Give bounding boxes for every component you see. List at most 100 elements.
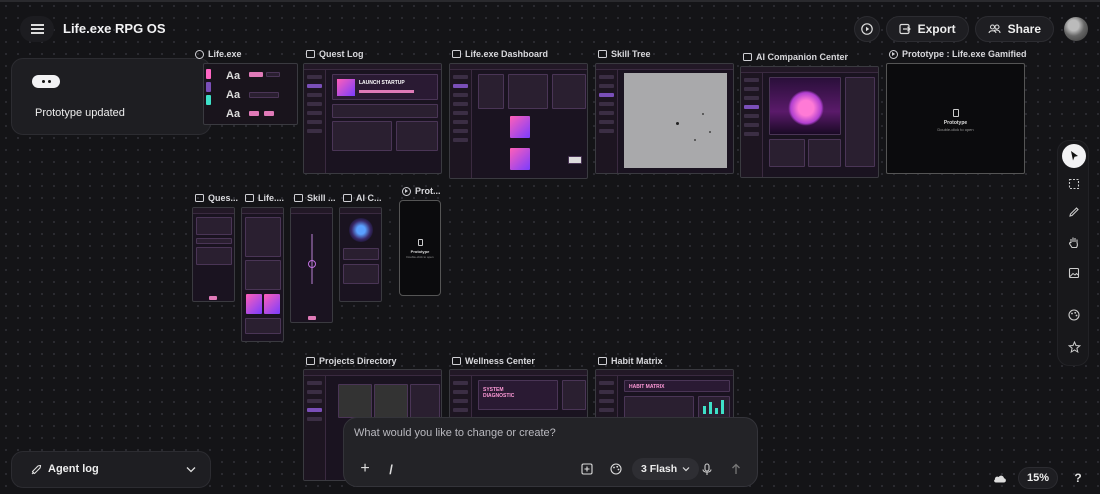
globe-icon bbox=[195, 49, 204, 59]
stat-card bbox=[245, 217, 281, 257]
pan-tool[interactable] bbox=[1062, 230, 1086, 254]
attach-frame-button[interactable] bbox=[579, 459, 595, 479]
tab-bar-active bbox=[209, 296, 217, 300]
list-item bbox=[396, 121, 438, 151]
frame-label-aicompanion[interactable]: AI Companion Center bbox=[743, 52, 883, 62]
stat-card bbox=[562, 380, 586, 410]
theme-tool[interactable] bbox=[1062, 303, 1086, 327]
rocket-icon bbox=[31, 464, 42, 475]
add-button[interactable]: + bbox=[357, 459, 373, 479]
skill-tree-canvas bbox=[624, 73, 727, 168]
hand-icon bbox=[1069, 237, 1078, 248]
frame-lifeexe[interactable]: Aa Aa Aa bbox=[203, 63, 298, 125]
monitor-icon bbox=[294, 194, 303, 202]
frame-wellness[interactable]: SYSTEM DIAGNOSTIC bbox=[449, 369, 588, 424]
frame-label-ai-mobile[interactable]: AI C... bbox=[343, 193, 385, 203]
marquee-tool[interactable] bbox=[1062, 172, 1086, 196]
menu-button[interactable] bbox=[20, 16, 54, 42]
palette-icon bbox=[1068, 309, 1080, 321]
monitor-icon bbox=[452, 357, 461, 365]
type-sample: Aa bbox=[226, 108, 241, 120]
frame-prot-mobile[interactable]: Prototype Double-click to open bbox=[399, 200, 441, 296]
frame-label-prototype[interactable]: Prototype : Life.exe Gamified Pr... bbox=[889, 49, 1029, 59]
prompt-input[interactable] bbox=[354, 424, 744, 442]
frame-label-projects[interactable]: Projects Directory bbox=[306, 356, 446, 366]
frame-ques-mobile[interactable] bbox=[192, 207, 235, 302]
share-button[interactable]: Share bbox=[974, 16, 1054, 42]
hamburger-icon bbox=[30, 24, 44, 34]
polaroid-image bbox=[264, 294, 280, 314]
monitor-icon bbox=[598, 50, 607, 58]
project-card bbox=[374, 384, 408, 418]
cloud-sync-icon[interactable] bbox=[992, 472, 1008, 484]
play-icon bbox=[402, 186, 411, 196]
top-bar: Life.exe RPG OS Export Share bbox=[0, 0, 1100, 52]
frame-life-mobile[interactable] bbox=[241, 207, 284, 342]
voice-button[interactable] bbox=[699, 459, 715, 479]
star-icon bbox=[1067, 341, 1081, 353]
monitor-icon bbox=[306, 50, 315, 58]
prompt-composer: + / 3 Flash bbox=[343, 417, 758, 487]
polaroid-image bbox=[246, 294, 262, 314]
export-icon bbox=[899, 23, 911, 35]
button-sample bbox=[266, 72, 280, 77]
type-sample: Aa bbox=[226, 89, 241, 101]
play-button[interactable] bbox=[853, 16, 880, 42]
frame-label-dashboard[interactable]: Life.exe Dashboard bbox=[452, 49, 592, 59]
companion-hero-image bbox=[769, 77, 841, 135]
frame-label-skill-mobile[interactable]: Skill ... bbox=[294, 193, 336, 203]
frame-label-questlog[interactable]: Quest Log bbox=[306, 49, 436, 59]
prototype-title: Prototype bbox=[943, 120, 968, 126]
play-icon bbox=[889, 49, 898, 59]
frame-ai-mobile[interactable] bbox=[339, 207, 382, 302]
slash-command-button[interactable]: / bbox=[385, 459, 397, 479]
habit-grid bbox=[624, 396, 694, 418]
frame-skill-mobile[interactable] bbox=[290, 207, 333, 323]
model-selector[interactable]: 3 Flash bbox=[632, 458, 700, 480]
theme-button[interactable] bbox=[608, 459, 624, 479]
select-tool[interactable] bbox=[1062, 144, 1086, 168]
chat-panel bbox=[845, 77, 875, 167]
frame-label-skilltree[interactable]: Skill Tree bbox=[598, 49, 738, 59]
frame-questlog[interactable]: LAUNCH STARTUP bbox=[303, 63, 442, 174]
frame-dashboard[interactable] bbox=[449, 63, 588, 179]
button-sample bbox=[264, 111, 274, 116]
zoom-level[interactable]: 15% bbox=[1017, 467, 1058, 489]
quest-hero-card: LAUNCH STARTUP bbox=[332, 74, 438, 100]
frame-label-prot-mobile[interactable]: Prot... bbox=[402, 186, 444, 196]
polaroid-image bbox=[510, 148, 530, 170]
help-button[interactable]: ? bbox=[1068, 468, 1088, 488]
favorites-tool[interactable] bbox=[1062, 335, 1086, 359]
send-button[interactable] bbox=[728, 459, 744, 479]
stat-card bbox=[769, 139, 805, 167]
arrow-up-icon bbox=[732, 463, 740, 474]
frame-habit[interactable]: HABIT MATRIX bbox=[595, 369, 734, 424]
image-tool[interactable] bbox=[1062, 261, 1086, 285]
pencil-icon bbox=[1069, 207, 1079, 217]
app-title: Life.exe RPG OS bbox=[63, 21, 166, 36]
stat-card bbox=[808, 139, 841, 167]
stat-card bbox=[245, 318, 281, 334]
agent-log-toggle[interactable]: Agent log bbox=[11, 451, 211, 488]
note-card bbox=[568, 156, 582, 164]
export-button[interactable]: Export bbox=[885, 16, 969, 42]
toast-message: Prototype updated bbox=[35, 107, 125, 119]
model-label: 3 Flash bbox=[641, 463, 678, 475]
avatar[interactable] bbox=[1064, 17, 1088, 41]
frame-label-life-mobile[interactable]: Life.... bbox=[245, 193, 287, 203]
swatch bbox=[206, 95, 211, 105]
agent-log-label: Agent log bbox=[48, 463, 99, 475]
frame-label-wellness[interactable]: Wellness Center bbox=[452, 356, 592, 366]
frame-skilltree[interactable] bbox=[595, 63, 734, 174]
frame-label-ques-mobile[interactable]: Ques... bbox=[195, 193, 240, 203]
frame-label-habit[interactable]: Habit Matrix bbox=[598, 356, 738, 366]
draw-tool[interactable] bbox=[1062, 200, 1086, 224]
phone-icon bbox=[418, 239, 423, 246]
button-sample bbox=[249, 111, 259, 116]
frame-prototype[interactable]: Prototype Double-click to open bbox=[886, 63, 1025, 174]
monitor-icon bbox=[343, 194, 352, 202]
frame-aicompanion[interactable] bbox=[740, 66, 879, 178]
habit-header: HABIT MATRIX bbox=[624, 380, 730, 392]
type-sample: Aa bbox=[226, 70, 241, 82]
frame-label-lifeexe[interactable]: Life.exe bbox=[195, 49, 295, 59]
